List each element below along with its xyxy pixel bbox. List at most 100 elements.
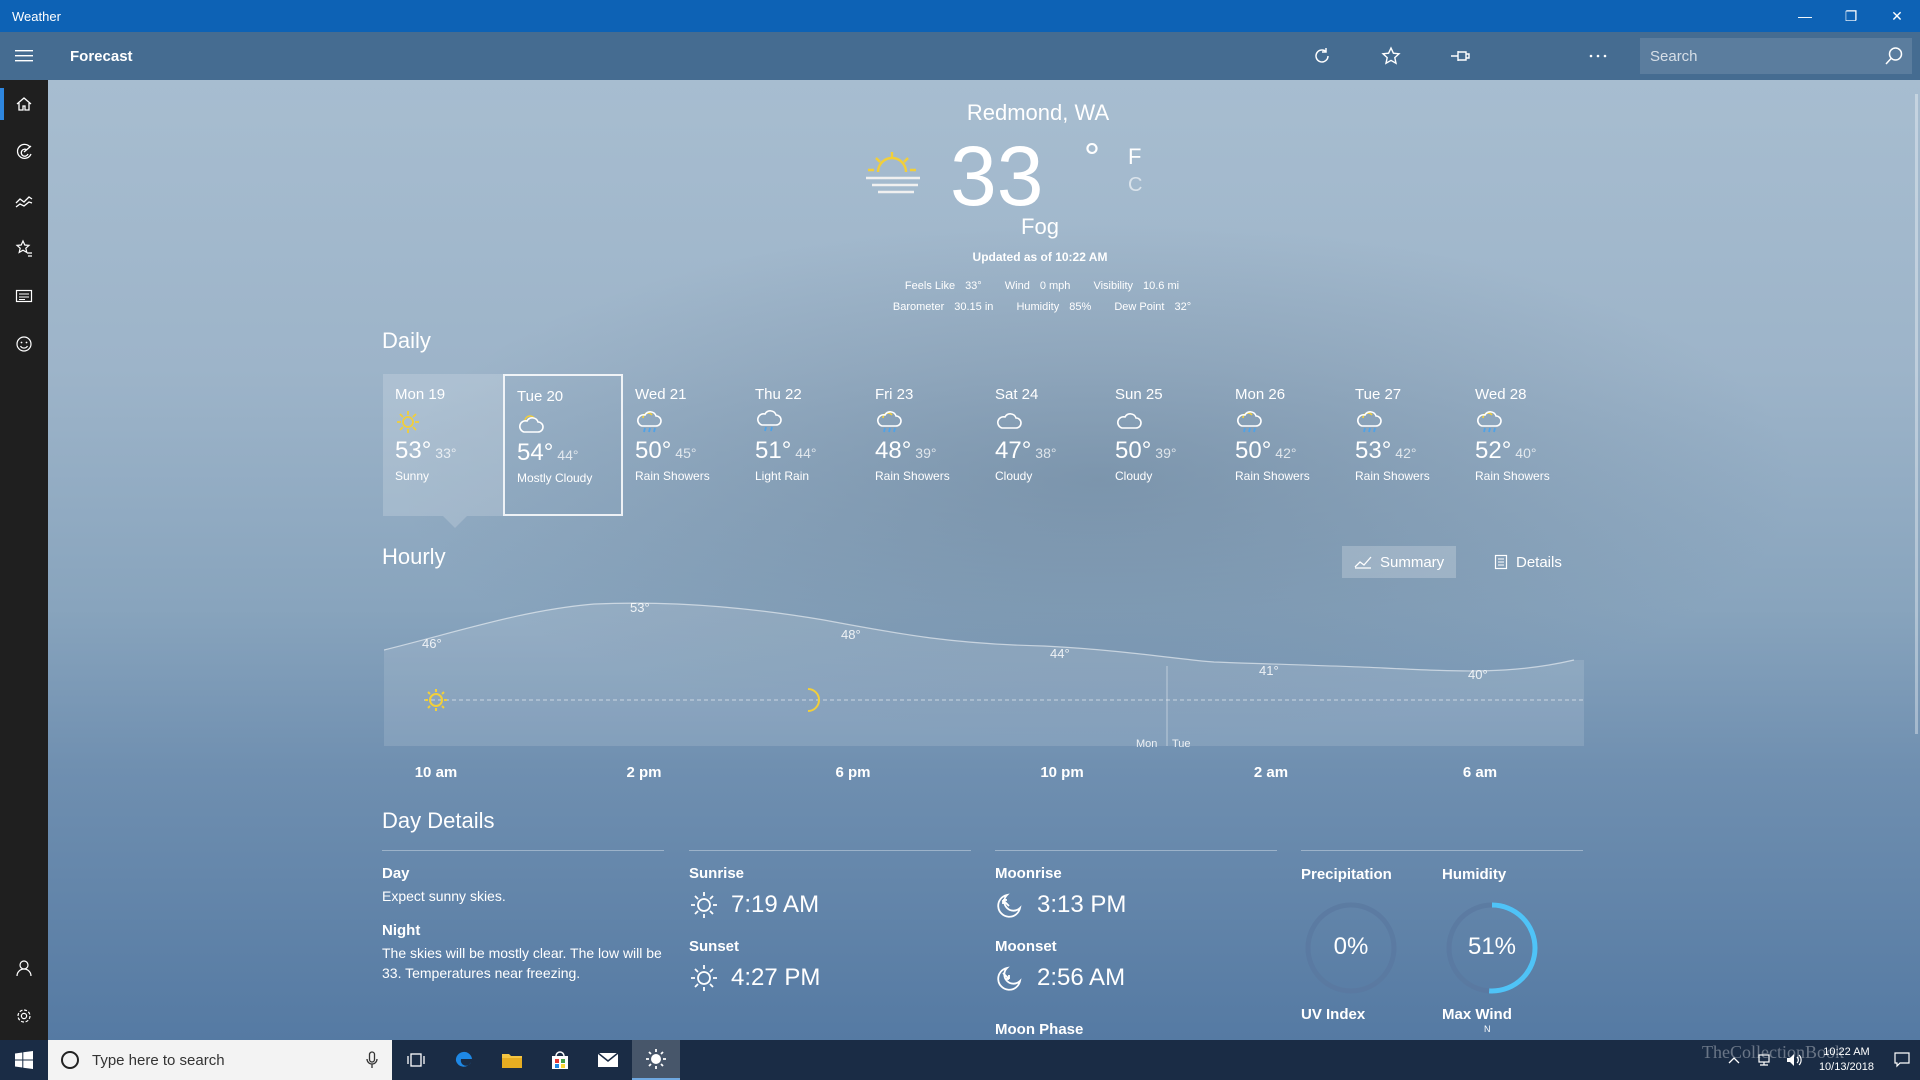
day-low: 42° — [1275, 445, 1297, 461]
day-name: Thu 22 — [755, 386, 802, 403]
file-explorer-button[interactable] — [488, 1040, 536, 1080]
more-options-button[interactable] — [1563, 32, 1632, 80]
cloudy-icon — [1115, 409, 1211, 433]
day-card[interactable]: Mon 26 50° 42° Rain Showers — [1223, 374, 1343, 516]
metric-label: Wind — [1004, 280, 1030, 292]
taskbar: Type here to search 10:22 AM 10/13/2018 — [0, 1040, 1920, 1080]
cloudy-icon — [995, 409, 1091, 433]
day-high: 53° — [395, 437, 432, 464]
microphone-icon[interactable] — [366, 1051, 378, 1069]
search-icon[interactable] — [1884, 46, 1904, 66]
day-card[interactable]: Sat 24 47° 38° Cloudy — [983, 374, 1103, 516]
gear-icon — [17, 1009, 31, 1023]
document-icon — [1494, 554, 1508, 570]
store-button[interactable] — [536, 1040, 584, 1080]
unit-celsius-button[interactable]: C — [1128, 174, 1142, 197]
day-label: Day — [382, 865, 410, 882]
details-toggle-button[interactable]: Details — [1482, 546, 1574, 578]
unit-fahrenheit-button[interactable]: F — [1128, 144, 1141, 170]
sidebar — [0, 80, 48, 1040]
sidebar-item-historical[interactable] — [0, 176, 48, 224]
taskbar-search[interactable]: Type here to search — [48, 1040, 392, 1080]
daily-title: Daily — [382, 328, 431, 353]
search-input[interactable] — [1650, 47, 1875, 65]
current-temperature: 33 — [950, 129, 1044, 223]
smiley-icon — [16, 336, 32, 352]
sidebar-item-forecast[interactable] — [0, 80, 48, 128]
hamburger-menu-button[interactable] — [0, 32, 48, 80]
search-box — [1640, 38, 1912, 74]
page-title: Forecast — [70, 47, 133, 65]
radar-icon — [16, 143, 32, 159]
day-low: 45° — [675, 445, 697, 461]
refresh-icon — [1314, 48, 1329, 63]
refresh-button[interactable] — [1287, 32, 1356, 80]
rain-showers-icon — [1235, 409, 1331, 433]
day-name: Wed 28 — [1475, 386, 1527, 403]
weather-sun-icon — [646, 1049, 666, 1069]
moonset-label: Moonset — [995, 938, 1057, 955]
metric-value: 85% — [1069, 301, 1092, 313]
action-center-button[interactable] — [1884, 1040, 1920, 1080]
day-name: Mon 19 — [395, 386, 446, 403]
sidebar-item-account[interactable] — [0, 944, 48, 992]
day-high: 53° — [1355, 437, 1392, 464]
day-low: 39° — [915, 445, 937, 461]
pin-button[interactable] — [1425, 32, 1494, 80]
hourly-temp-label: 48° — [841, 627, 861, 642]
forecast-content: Redmond, WA 33 ° F C Fog Updated as of 1… — [48, 80, 1920, 1040]
day-name: Tue 27 — [1355, 386, 1402, 403]
day-low: 39° — [1155, 445, 1177, 461]
hourly-time-label: 10 am — [414, 764, 458, 781]
day-high: 48° — [875, 437, 912, 464]
sidebar-item-places[interactable] — [0, 224, 48, 272]
day-card[interactable]: Mon 19 53° 33° Sunny — [383, 374, 503, 516]
day-condition: Rain Showers — [1235, 469, 1310, 483]
taskbar-search-placeholder: Type here to search — [92, 1051, 225, 1069]
more-icon — [1589, 54, 1606, 58]
day-high: 51° — [755, 437, 792, 464]
hourly-temp-label: 46° — [422, 636, 442, 651]
day-name: Tue 20 — [517, 388, 564, 405]
task-view-button[interactable] — [392, 1040, 440, 1080]
day-card[interactable]: Wed 28 52° 40° Rain Showers — [1463, 374, 1583, 516]
dark-mode-button[interactable] — [1494, 32, 1563, 80]
day-low: 40° — [1515, 445, 1537, 461]
restore-button[interactable]: ❐ — [1828, 0, 1874, 32]
favorite-button[interactable] — [1356, 32, 1425, 80]
windows-logo-icon — [15, 1051, 33, 1069]
sidebar-item-settings[interactable] — [0, 992, 48, 1040]
pin-icon — [1450, 51, 1470, 61]
day-card[interactable]: Thu 22 51° 44° Light Rain — [743, 374, 863, 516]
hourly-title: Hourly — [382, 544, 446, 569]
day-high: 50° — [635, 437, 672, 464]
hourly-time-label: 2 am — [1253, 764, 1289, 781]
sidebar-item-feedback[interactable] — [0, 320, 48, 368]
sidebar-item-news[interactable] — [0, 272, 48, 320]
edge-button[interactable] — [440, 1040, 488, 1080]
day-card[interactable]: Tue 20 54° 44° Mostly Cloudy — [503, 374, 623, 516]
metric-label: Dew Point — [1114, 301, 1165, 313]
close-button[interactable]: ✕ — [1874, 0, 1920, 32]
minimize-button[interactable]: — — [1782, 0, 1828, 32]
summary-toggle-button[interactable]: Summary — [1342, 546, 1457, 578]
day-card[interactable]: Wed 21 50° 45° Rain Showers — [623, 374, 743, 516]
sidebar-item-maps[interactable] — [0, 128, 48, 176]
day-card[interactable]: Sun 25 50° 39° Cloudy — [1103, 374, 1223, 516]
sunset-icon — [691, 965, 717, 991]
current-metrics: Feels Like 33° Wind 0 mph Visibility 10.6 m… — [788, 276, 1288, 318]
night-text: The skies will be mostly clear. The low … — [382, 945, 662, 981]
mail-button[interactable] — [584, 1040, 632, 1080]
moonrise-label: Moonrise — [995, 865, 1062, 882]
start-button[interactable] — [0, 1040, 48, 1080]
day-card[interactable]: Tue 27 53° 42° Rain Showers — [1343, 374, 1463, 516]
gauges-column — [1301, 850, 1583, 851]
favorites-list-icon — [15, 239, 32, 257]
moonrise-row: 3:13 PM — [995, 890, 1277, 920]
day-card[interactable]: Fri 23 48° 39° Rain Showers — [863, 374, 983, 516]
rain-showers-icon — [1355, 409, 1451, 433]
weather-app-button[interactable] — [632, 1040, 680, 1080]
task-view-icon — [407, 1053, 425, 1067]
metric-label: Visibility — [1093, 280, 1133, 292]
hourly-time-label: 6 am — [1462, 764, 1498, 781]
